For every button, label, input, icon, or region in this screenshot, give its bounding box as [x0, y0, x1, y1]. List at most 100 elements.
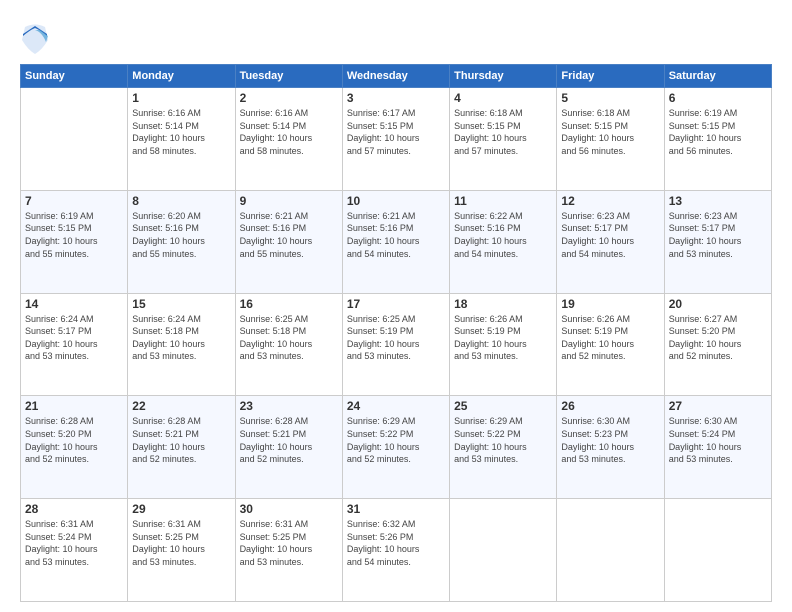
day-number: 22	[132, 399, 230, 413]
day-info: Sunrise: 6:31 AMSunset: 5:25 PMDaylight:…	[132, 518, 230, 568]
day-info: Sunrise: 6:23 AMSunset: 5:17 PMDaylight:…	[669, 210, 767, 260]
day-info: Sunrise: 6:25 AMSunset: 5:19 PMDaylight:…	[347, 313, 445, 363]
day-info: Sunrise: 6:17 AMSunset: 5:15 PMDaylight:…	[347, 107, 445, 157]
day-number: 21	[25, 399, 123, 413]
day-number: 2	[240, 91, 338, 105]
calendar-cell: 28Sunrise: 6:31 AMSunset: 5:24 PMDayligh…	[21, 499, 128, 602]
weekday-header-wednesday: Wednesday	[342, 65, 449, 88]
day-info: Sunrise: 6:24 AMSunset: 5:18 PMDaylight:…	[132, 313, 230, 363]
day-number: 12	[561, 194, 659, 208]
day-info: Sunrise: 6:28 AMSunset: 5:20 PMDaylight:…	[25, 415, 123, 465]
calendar-cell	[450, 499, 557, 602]
day-number: 20	[669, 297, 767, 311]
day-info: Sunrise: 6:29 AMSunset: 5:22 PMDaylight:…	[347, 415, 445, 465]
day-number: 16	[240, 297, 338, 311]
day-number: 31	[347, 502, 445, 516]
day-info: Sunrise: 6:19 AMSunset: 5:15 PMDaylight:…	[25, 210, 123, 260]
day-info: Sunrise: 6:28 AMSunset: 5:21 PMDaylight:…	[132, 415, 230, 465]
calendar-cell: 2Sunrise: 6:16 AMSunset: 5:14 PMDaylight…	[235, 88, 342, 191]
calendar-cell: 25 Sunrise: 6:29 AMSunset: 5:22 PMDayligh…	[450, 396, 557, 499]
day-number: 13	[669, 194, 767, 208]
calendar-header-row: SundayMondayTuesdayWednesdayThursdayFrid…	[21, 65, 772, 88]
day-number: 5	[561, 91, 659, 105]
day-number: 1	[132, 91, 230, 105]
day-info: Sunrise: 6:30 AMSunset: 5:23 PMDaylight:…	[561, 415, 659, 465]
weekday-header-saturday: Saturday	[664, 65, 771, 88]
calendar-week-2: 7 Sunrise: 6:19 AMSunset: 5:15 PMDaylight…	[21, 190, 772, 293]
day-info: Sunrise: 6:18 AMSunset: 5:15 PMDaylight:…	[454, 107, 552, 157]
calendar-cell: 3Sunrise: 6:17 AMSunset: 5:15 PMDaylight…	[342, 88, 449, 191]
day-info: Sunrise: 6:31 AMSunset: 5:24 PMDaylight:…	[25, 518, 123, 568]
calendar-cell: 27 Sunrise: 6:30 AMSunset: 5:24 PMDayligh…	[664, 396, 771, 499]
calendar-cell	[664, 499, 771, 602]
day-info: Sunrise: 6:26 AMSunset: 5:19 PMDaylight:…	[561, 313, 659, 363]
calendar-cell: 15 Sunrise: 6:24 AMSunset: 5:18 PMDayligh…	[128, 293, 235, 396]
calendar-cell: 7 Sunrise: 6:19 AMSunset: 5:15 PMDaylight…	[21, 190, 128, 293]
calendar-table: SundayMondayTuesdayWednesdayThursdayFrid…	[20, 64, 772, 602]
calendar-week-3: 14 Sunrise: 6:24 AMSunset: 5:17 PMDayligh…	[21, 293, 772, 396]
day-number: 11	[454, 194, 552, 208]
day-info: Sunrise: 6:19 AMSunset: 5:15 PMDaylight:…	[669, 107, 767, 157]
calendar-cell: 11 Sunrise: 6:22 AMSunset: 5:16 PMDayligh…	[450, 190, 557, 293]
calendar-cell: 8 Sunrise: 6:20 AMSunset: 5:16 PMDaylight…	[128, 190, 235, 293]
calendar-cell: 14 Sunrise: 6:24 AMSunset: 5:17 PMDayligh…	[21, 293, 128, 396]
day-info: Sunrise: 6:30 AMSunset: 5:24 PMDaylight:…	[669, 415, 767, 465]
header	[20, 18, 772, 58]
calendar-cell: 10 Sunrise: 6:21 AMSunset: 5:16 PMDayligh…	[342, 190, 449, 293]
calendar-cell: 29Sunrise: 6:31 AMSunset: 5:25 PMDayligh…	[128, 499, 235, 602]
day-number: 6	[669, 91, 767, 105]
day-number: 15	[132, 297, 230, 311]
page: SundayMondayTuesdayWednesdayThursdayFrid…	[0, 0, 792, 612]
day-info: Sunrise: 6:28 AMSunset: 5:21 PMDaylight:…	[240, 415, 338, 465]
day-number: 19	[561, 297, 659, 311]
day-info: Sunrise: 6:18 AMSunset: 5:15 PMDaylight:…	[561, 107, 659, 157]
day-info: Sunrise: 6:29 AMSunset: 5:22 PMDaylight:…	[454, 415, 552, 465]
weekday-header-tuesday: Tuesday	[235, 65, 342, 88]
calendar-cell: 6 Sunrise: 6:19 AMSunset: 5:15 PMDaylight…	[664, 88, 771, 191]
calendar-cell: 24 Sunrise: 6:29 AMSunset: 5:22 PMDayligh…	[342, 396, 449, 499]
day-number: 24	[347, 399, 445, 413]
logo	[20, 22, 53, 58]
day-number: 26	[561, 399, 659, 413]
weekday-header-friday: Friday	[557, 65, 664, 88]
day-info: Sunrise: 6:25 AMSunset: 5:18 PMDaylight:…	[240, 313, 338, 363]
day-info: Sunrise: 6:24 AMSunset: 5:17 PMDaylight:…	[25, 313, 123, 363]
day-info: Sunrise: 6:21 AMSunset: 5:16 PMDaylight:…	[347, 210, 445, 260]
calendar-cell	[21, 88, 128, 191]
day-number: 23	[240, 399, 338, 413]
day-info: Sunrise: 6:21 AMSunset: 5:16 PMDaylight:…	[240, 210, 338, 260]
logo-icon	[20, 22, 50, 58]
calendar-cell: 30Sunrise: 6:31 AMSunset: 5:25 PMDayligh…	[235, 499, 342, 602]
calendar-cell: 17 Sunrise: 6:25 AMSunset: 5:19 PMDayligh…	[342, 293, 449, 396]
calendar-cell: 19 Sunrise: 6:26 AMSunset: 5:19 PMDayligh…	[557, 293, 664, 396]
calendar-week-1: 1 Sunrise: 6:16 AMSunset: 5:14 PMDaylight…	[21, 88, 772, 191]
calendar-cell: 9 Sunrise: 6:21 AMSunset: 5:16 PMDaylight…	[235, 190, 342, 293]
calendar-cell: 18 Sunrise: 6:26 AMSunset: 5:19 PMDayligh…	[450, 293, 557, 396]
day-info: Sunrise: 6:31 AMSunset: 5:25 PMDaylight:…	[240, 518, 338, 568]
calendar-cell: 22 Sunrise: 6:28 AMSunset: 5:21 PMDayligh…	[128, 396, 235, 499]
day-number: 9	[240, 194, 338, 208]
calendar-cell	[557, 499, 664, 602]
day-info: Sunrise: 6:22 AMSunset: 5:16 PMDaylight:…	[454, 210, 552, 260]
calendar-cell: 1 Sunrise: 6:16 AMSunset: 5:14 PMDaylight…	[128, 88, 235, 191]
day-number: 27	[669, 399, 767, 413]
day-number: 10	[347, 194, 445, 208]
day-info: Sunrise: 6:23 AMSunset: 5:17 PMDaylight:…	[561, 210, 659, 260]
day-info: Sunrise: 6:20 AMSunset: 5:16 PMDaylight:…	[132, 210, 230, 260]
day-info: Sunrise: 6:16 AMSunset: 5:14 PMDaylight:…	[132, 107, 230, 157]
calendar-cell: 4 Sunrise: 6:18 AMSunset: 5:15 PMDaylight…	[450, 88, 557, 191]
day-number: 18	[454, 297, 552, 311]
calendar-cell: 16 Sunrise: 6:25 AMSunset: 5:18 PMDayligh…	[235, 293, 342, 396]
day-number: 17	[347, 297, 445, 311]
day-number: 25	[454, 399, 552, 413]
calendar-cell: 31 Sunrise: 6:32 AMSunset: 5:26 PMDayligh…	[342, 499, 449, 602]
day-info: Sunrise: 6:26 AMSunset: 5:19 PMDaylight:…	[454, 313, 552, 363]
day-number: 7	[25, 194, 123, 208]
weekday-header-thursday: Thursday	[450, 65, 557, 88]
day-info: Sunrise: 6:32 AMSunset: 5:26 PMDaylight:…	[347, 518, 445, 568]
day-number: 14	[25, 297, 123, 311]
calendar-week-5: 28Sunrise: 6:31 AMSunset: 5:24 PMDayligh…	[21, 499, 772, 602]
day-number: 8	[132, 194, 230, 208]
calendar-cell: 12 Sunrise: 6:23 AMSunset: 5:17 PMDayligh…	[557, 190, 664, 293]
day-number: 4	[454, 91, 552, 105]
